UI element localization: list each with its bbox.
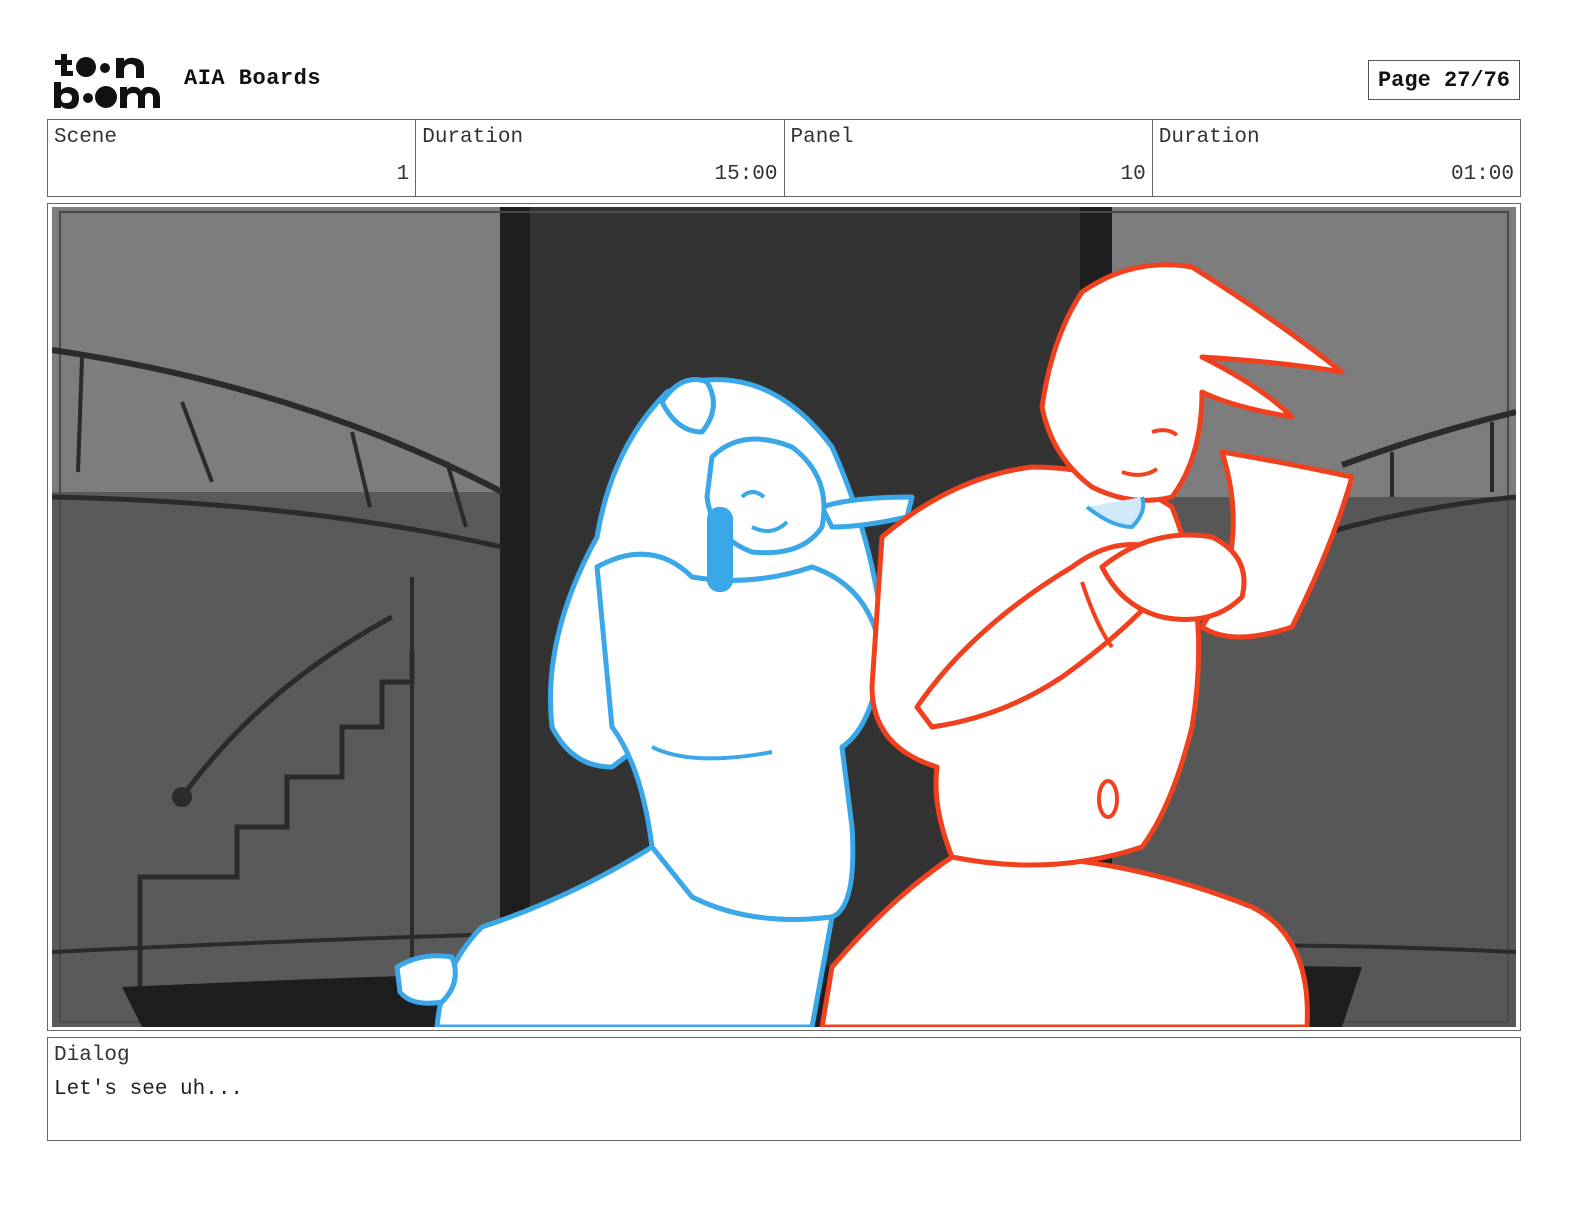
dialog-label: Dialog bbox=[54, 1044, 130, 1067]
panel-duration-cell: Duration 01:00 bbox=[1153, 120, 1520, 196]
dialog-box: Dialog Let's see uh... bbox=[47, 1037, 1521, 1141]
scene-duration-label: Duration bbox=[422, 126, 524, 149]
panel-label: Panel bbox=[790, 126, 854, 149]
storyboard-sketch-image bbox=[52, 207, 1516, 1027]
scene-cell: Scene 1 bbox=[48, 120, 417, 196]
scene-label: Scene bbox=[54, 126, 118, 149]
panel-duration-label: Duration bbox=[1158, 126, 1260, 149]
handrail-knob bbox=[172, 787, 192, 807]
page-number: Page 27/76 bbox=[1368, 60, 1520, 100]
scene-duration-cell: Duration 15:00 bbox=[416, 120, 785, 196]
panel-cell: Panel 10 bbox=[785, 120, 1153, 196]
scene-info-table: Scene 1 Duration 15:00 Panel 10 Duration… bbox=[47, 119, 1521, 197]
scene-duration-value: 15:00 bbox=[714, 163, 778, 186]
panel-duration-value: 01:00 bbox=[1450, 163, 1514, 186]
scene-value: 1 bbox=[396, 163, 410, 186]
project-title: AIA Boards bbox=[184, 66, 322, 91]
door-jamb-left bbox=[500, 207, 530, 1027]
dialog-text: Let's see uh... bbox=[54, 1078, 244, 1101]
toon-boom-logo-icon bbox=[52, 52, 164, 112]
panel-frame bbox=[47, 203, 1521, 1031]
left-char-earring bbox=[707, 507, 733, 592]
panel-value: 10 bbox=[1120, 163, 1146, 186]
